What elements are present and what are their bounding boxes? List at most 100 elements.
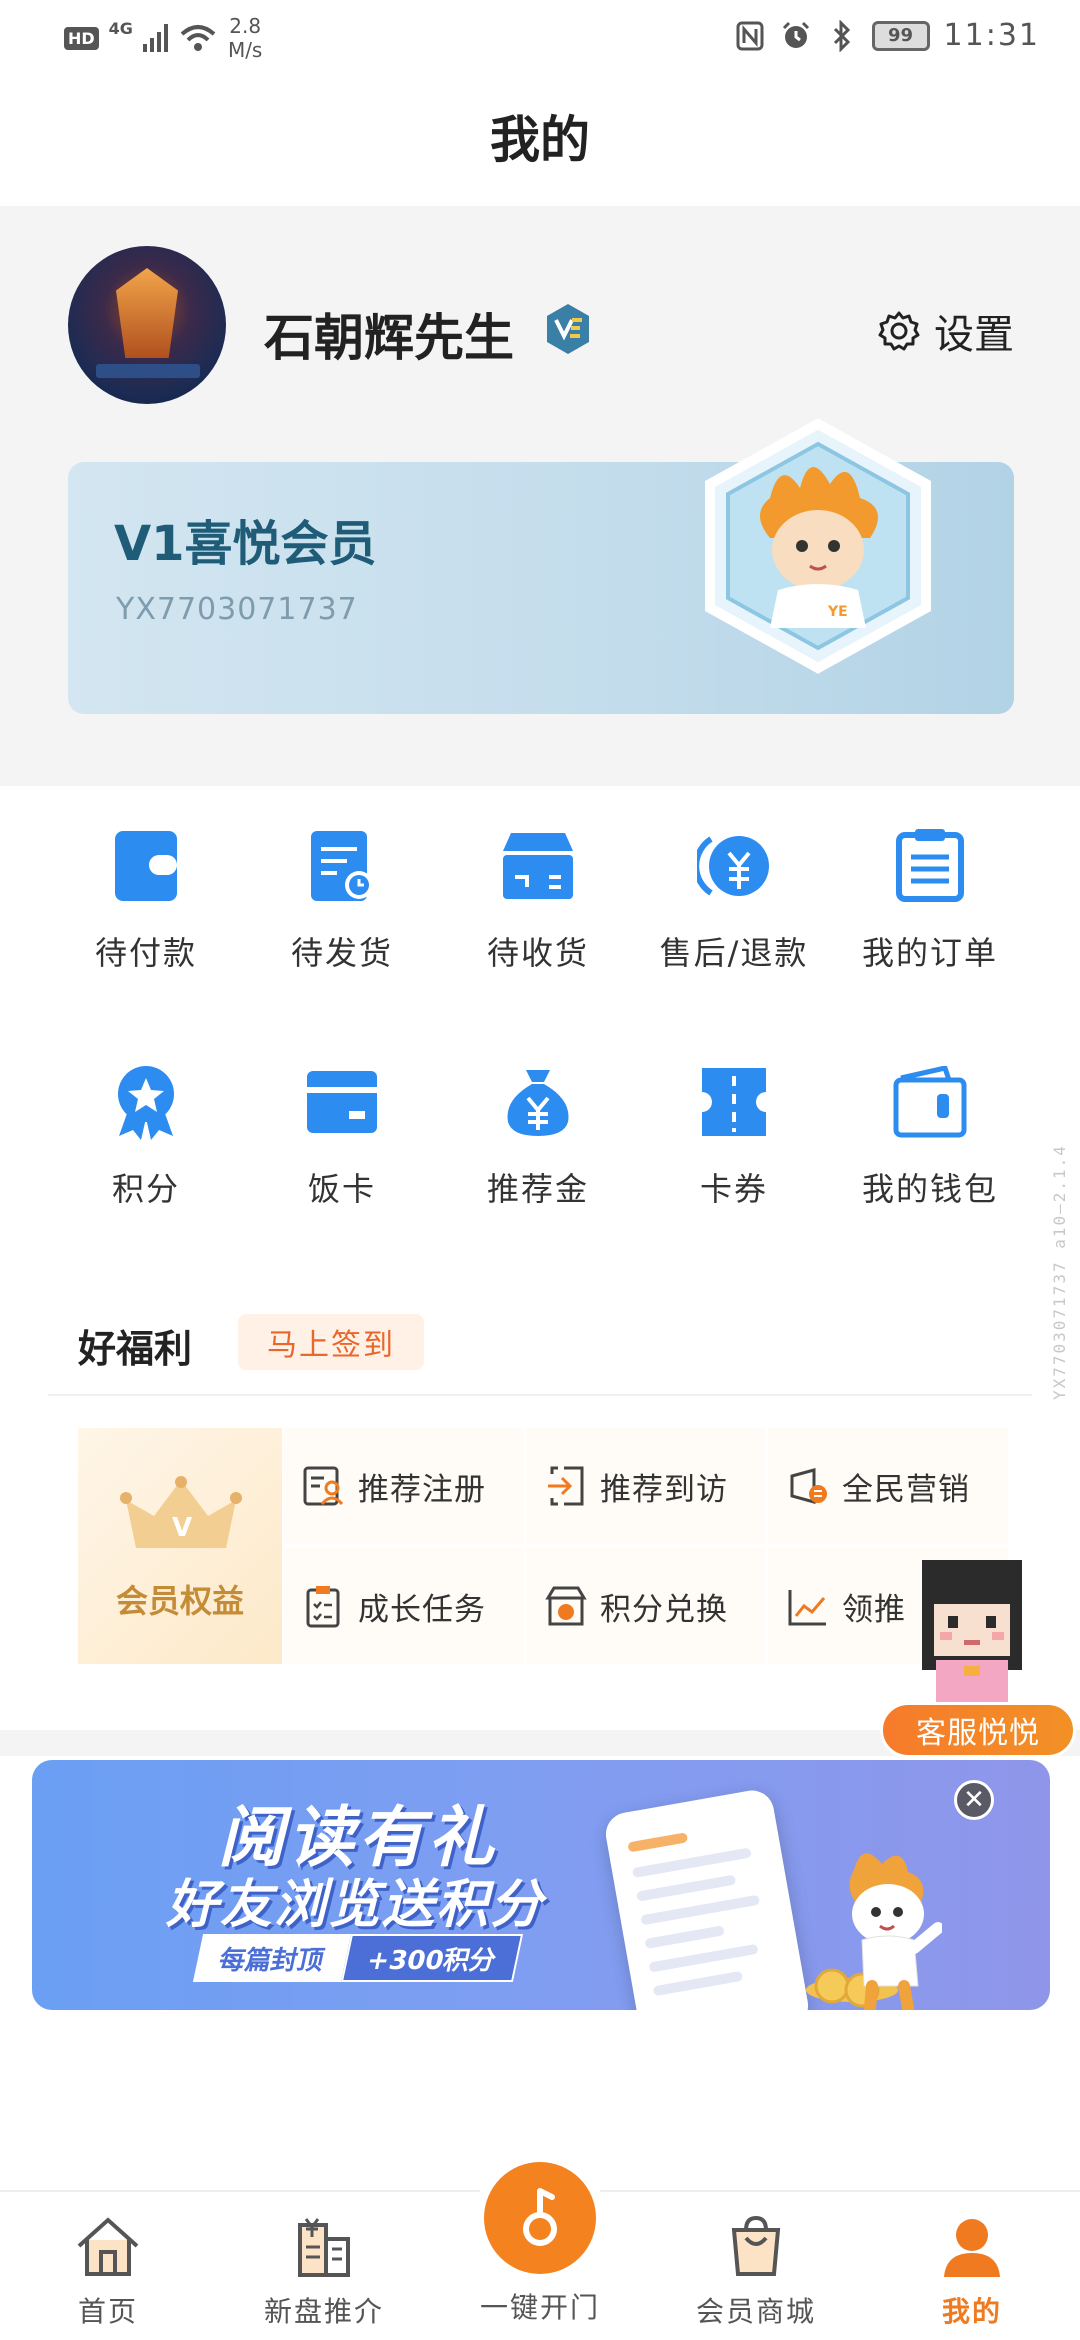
benefit-label: 推荐注册 [358,1471,486,1508]
benefit-label: 全民营销 [842,1471,970,1508]
customer-service-avatar-icon [922,1560,1022,1704]
status-bar: HD 4G 2.8 M/s 99 11:31 [0,0,1080,80]
key-icon [523,2188,557,2246]
signal-icon [142,24,168,52]
order-label: 待付款 [94,934,197,972]
nfc-icon [734,20,766,52]
one-key-open-door-button[interactable] [484,2162,596,2274]
chart-icon [788,1590,826,1626]
hd-badge: HD [64,26,99,50]
order-refund[interactable]: 售后/退款 [636,826,832,974]
order-pending-shipment[interactable]: 待发货 [244,826,440,974]
avatar-plate [96,364,200,378]
avatar[interactable] [68,246,226,404]
benefit-label: 成长任务 [358,1591,486,1628]
nav-mine[interactable]: 我的 [882,2212,1062,2330]
profile-section: 石朝辉先生 设置 V1喜悦会员 YX7703071737 YE [0,206,1080,786]
settings-button[interactable]: 设置 [878,302,1014,360]
order-label: 待收货 [486,934,589,972]
task-icon [306,1586,340,1628]
open-door-label: 一键开门 [479,2291,600,2324]
mascot-illustration-icon [806,1853,942,2010]
battery-icon: 99 [871,20,930,51]
shopping-bag-icon [721,2212,791,2282]
welfare-title: 好福利 [78,1327,193,1371]
order-label: 我的订单 [861,934,998,972]
banner-tag: 每篇封顶 +300积分 [192,1934,524,1982]
asset-label: 积分 [111,1170,180,1208]
asset-label: 卡券 [699,1170,768,1208]
asset-row: 积分 饭卡 推荐金 卡券 我的钱包 [0,1062,1080,1210]
vip-benefits-button[interactable]: V 会员权益 [78,1428,282,1664]
order-all[interactable]: 我的订单 [832,826,1028,974]
alarm-icon [780,20,812,52]
username: 石朝辉先生 [264,309,514,367]
svg-text:V: V [172,1513,192,1543]
benefit-referral-register[interactable]: 推荐注册 [284,1428,524,1544]
order-row: 待付款 待发货 待收货 售后/退款 我的订单 [0,826,1080,974]
function-grid: 待付款 待发货 待收货 售后/退款 我的订单 积分 饭卡 推荐金 卡券 我的钱包 [0,786,1080,1346]
svg-text:YE: YE [827,604,848,620]
close-icon: ✕ [963,1785,985,1815]
promo-banner[interactable]: 阅读有礼 好友浏览送积分 每篇封顶 +300积分 [32,1760,1050,2010]
mascot-badge-icon: YE [705,418,931,674]
home-icon [73,2212,143,2282]
asset-wallet[interactable]: 我的钱包 [832,1062,1028,1210]
page-title: 我的 [490,111,590,169]
settings-label: 设置 [934,312,1014,358]
speed-value: 2.8 [229,14,262,38]
avatar-crest [116,268,178,358]
phone-illustration [602,1787,812,2010]
asset-coupons[interactable]: 卡券 [636,1062,832,1210]
order-label: 售后/退款 [659,934,809,972]
benefit-label: 推荐到访 [600,1471,728,1508]
nav-label: 首页 [77,2295,138,2328]
purse-icon [890,1062,970,1142]
benefit-marketing[interactable]: 全民营销 [768,1428,1008,1544]
order-pending-receipt[interactable]: 待收货 [440,826,636,974]
asset-points[interactable]: 积分 [48,1062,244,1210]
order-label: 待发货 [290,934,393,972]
bluetooth-icon [826,19,858,52]
nav-label: 我的 [941,2295,1002,2328]
order-list-icon [890,826,970,906]
network-type: 4G [108,18,133,38]
asset-label: 我的钱包 [861,1170,998,1208]
asset-label: 推荐金 [486,1170,589,1208]
verified-icon [547,304,589,354]
customer-service-label: 客服悦悦 [880,1702,1076,1758]
benefit-label: 积分兑换 [600,1591,728,1628]
status-right: 99 11:31 [734,18,1040,53]
exchange-icon [545,1586,587,1626]
wallet-icon [106,826,186,906]
member-id: YX7703071737 [116,592,358,627]
money-bag-icon [498,1062,578,1142]
package-icon [498,826,578,906]
benefit-points-exchange[interactable]: 积分兑换 [526,1548,766,1664]
banner-close-button[interactable]: ✕ [954,1780,994,1820]
nav-label: 新盘推介 [263,2295,384,2328]
benefit-referral-visit[interactable]: 推荐到访 [526,1428,766,1544]
customer-service-button[interactable]: 客服悦悦 [878,1552,1078,1762]
benefit-growth-tasks[interactable]: 成长任务 [284,1548,524,1664]
nav-label: 会员商城 [695,2295,816,2328]
order-pending-payment[interactable]: 待付款 [48,826,244,974]
coupon-icon [694,1062,774,1142]
asset-meal-card[interactable]: 饭卡 [244,1062,440,1210]
divider [48,1394,1032,1396]
clock: 11:31 [943,18,1040,53]
nav-home[interactable]: 首页 [18,2212,198,2330]
person-icon [937,2212,1007,2282]
vip-label: 会员权益 [115,1582,244,1620]
nav-new-property[interactable]: 新盘推介 [234,2212,414,2330]
status-left: HD 4G 2.8 M/s [64,14,262,62]
signin-button[interactable]: 马上签到 [238,1314,424,1370]
register-icon [303,1466,344,1506]
speed-unit: M/s [227,38,263,62]
document-clock-icon [302,826,382,906]
building-icon [289,2212,359,2282]
refund-icon [694,826,774,906]
nav-mall[interactable]: 会员商城 [666,2212,846,2330]
asset-referral-bonus[interactable]: 推荐金 [440,1062,636,1210]
marketing-icon [790,1468,827,1504]
